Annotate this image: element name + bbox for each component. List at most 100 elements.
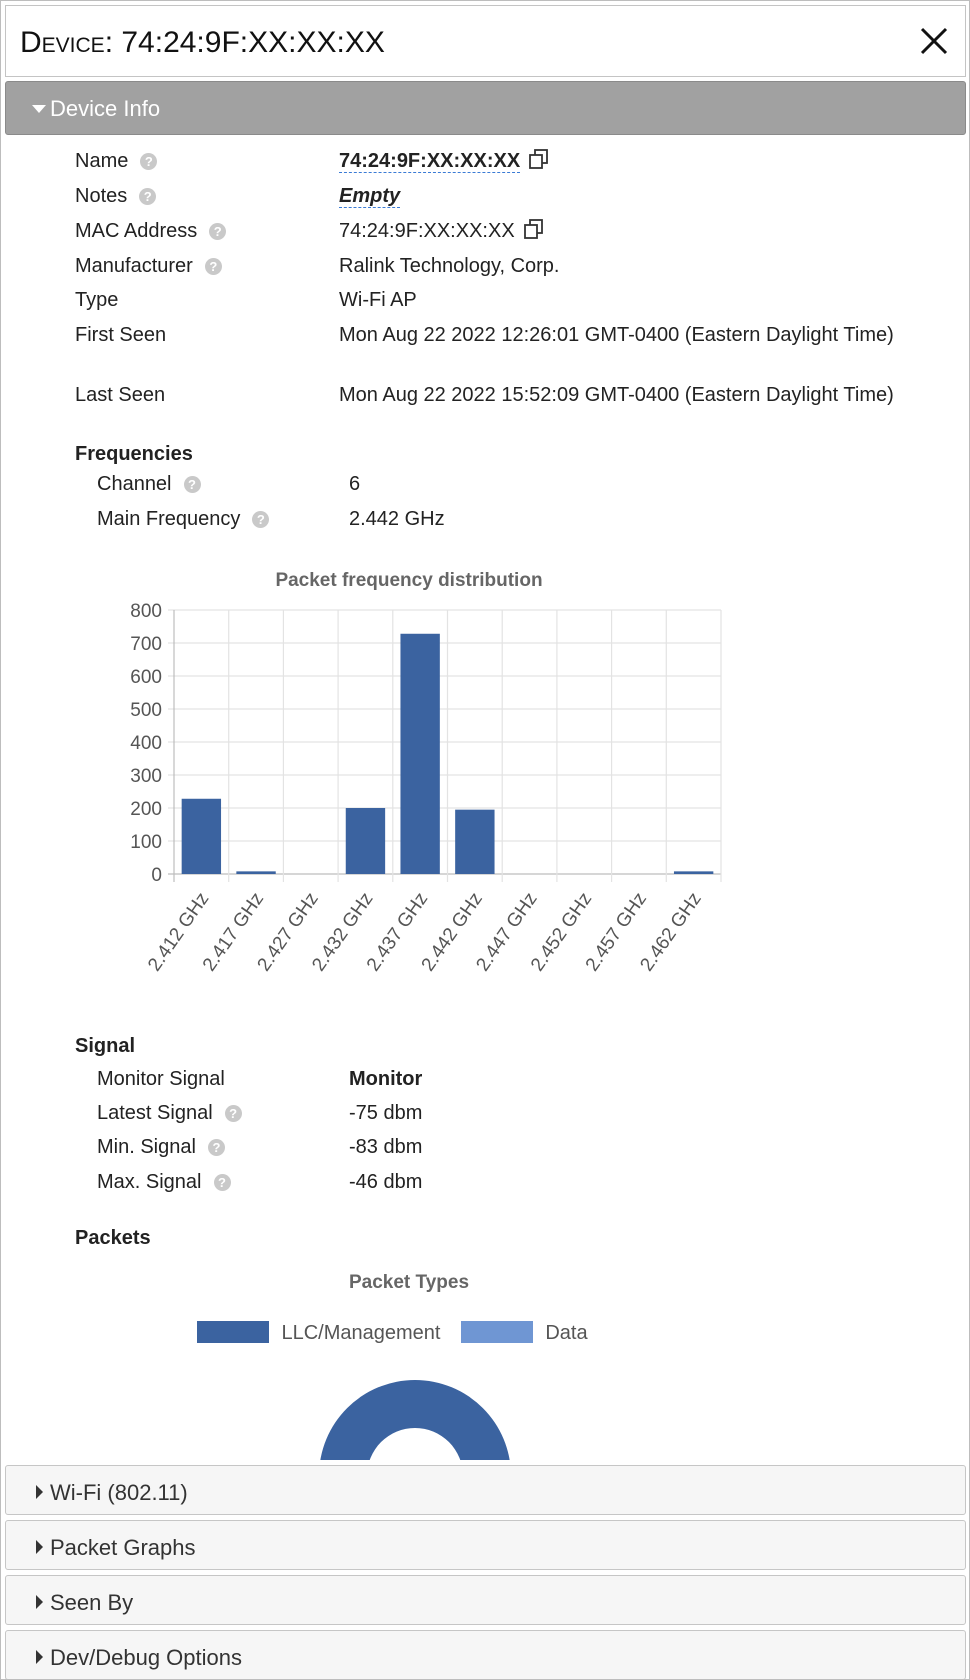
help-icon[interactable]: ? bbox=[140, 153, 158, 170]
bar[interactable] bbox=[400, 633, 440, 874]
device-dialog: Device: 74:24:9F:XX:XX:XX Device Info Na… bbox=[0, 0, 970, 1680]
y-tick-label: 600 bbox=[130, 667, 162, 688]
copy-icon[interactable] bbox=[528, 148, 550, 177]
max-signal-value: -46 dbm bbox=[349, 1171, 423, 1193]
dialog-titlebar: Device: 74:24:9F:XX:XX:XX bbox=[5, 5, 966, 77]
y-tick-label: 0 bbox=[151, 865, 162, 886]
packet-types-legend: LLC/Management Data bbox=[197, 1321, 717, 1351]
accordion-wifi-label: Wi-Fi (802.11) bbox=[50, 1480, 188, 1505]
last-seen-value: Mon Aug 22 2022 15:52:09 GMT-0400 (Easte… bbox=[339, 384, 894, 406]
max-signal-label-row: Max. Signal? bbox=[97, 1171, 231, 1194]
help-icon[interactable]: ? bbox=[183, 476, 201, 493]
caret-right-icon bbox=[36, 1650, 43, 1664]
y-tick-label: 800 bbox=[130, 601, 162, 622]
latest-signal-label-row: Latest Signal? bbox=[97, 1102, 242, 1125]
packets-heading: Packets bbox=[75, 1227, 151, 1249]
signal-heading: Signal bbox=[75, 1035, 136, 1057]
bar[interactable] bbox=[673, 871, 714, 874]
mac-label: MAC Address bbox=[75, 220, 198, 242]
latest-signal-value: -75 dbm bbox=[349, 1102, 423, 1124]
mac-value-row: 74:24:9F:XX:XX:XX bbox=[339, 218, 545, 247]
notes-label: Notes bbox=[75, 185, 128, 207]
notes-value[interactable]: Empty bbox=[339, 185, 401, 208]
name-value[interactable]: 74:24:9F:XX:XX:XX bbox=[339, 150, 521, 173]
caret-right-icon bbox=[36, 1540, 43, 1554]
monitor-signal-label: Monitor Signal bbox=[97, 1068, 225, 1090]
bar[interactable] bbox=[345, 808, 386, 874]
mac-label-row: MAC Address? bbox=[75, 220, 227, 243]
close-button[interactable] bbox=[913, 20, 955, 62]
manufacturer-value: Ralink Technology, Corp. bbox=[339, 255, 560, 277]
legend-label-llc[interactable]: LLC/Management bbox=[281, 1322, 440, 1344]
caret-right-icon bbox=[36, 1595, 43, 1609]
dialog-title-prefix: Device bbox=[20, 26, 105, 59]
type-value: Wi-Fi AP bbox=[339, 289, 417, 311]
min-signal-label: Min. Signal bbox=[97, 1136, 196, 1158]
channel-label-row: Channel? bbox=[97, 473, 201, 496]
first-seen-label: First Seen bbox=[75, 324, 167, 346]
manufacturer-label: Manufacturer bbox=[75, 255, 193, 277]
accordion-dev-debug-label: Dev/Debug Options bbox=[50, 1645, 242, 1670]
name-label: Name bbox=[75, 150, 129, 172]
legend-swatch-data[interactable] bbox=[460, 1321, 533, 1343]
help-icon[interactable]: ? bbox=[207, 1139, 225, 1156]
y-tick-label: 300 bbox=[130, 766, 162, 787]
caret-right-icon bbox=[36, 1485, 43, 1499]
accordion-device-info-label: Device Info bbox=[50, 96, 161, 121]
dialog-title-device: 74:24:9F:XX:XX:XX bbox=[121, 26, 385, 59]
min-signal-value: -83 dbm bbox=[349, 1136, 423, 1158]
min-signal-label-row: Min. Signal? bbox=[97, 1136, 225, 1159]
mac-value: 74:24:9F:XX:XX:XX bbox=[339, 220, 515, 242]
help-icon[interactable]: ? bbox=[213, 1174, 231, 1191]
accordion-wifi[interactable]: Wi-Fi (802.11) bbox=[5, 1465, 966, 1515]
bar[interactable] bbox=[181, 798, 222, 874]
packet-types-title: Packet Types bbox=[348, 1272, 470, 1293]
monitor-signal-value[interactable]: Monitor bbox=[349, 1066, 422, 1092]
help-icon[interactable]: ? bbox=[224, 1105, 242, 1122]
y-tick-label: 200 bbox=[130, 799, 162, 820]
first-seen-value: Mon Aug 22 2022 12:26:01 GMT-0400 (Easte… bbox=[339, 324, 894, 346]
device-info-panel[interactable]: Name? 74:24:9F:XX:XX:XX Notes? Empty MAC… bbox=[5, 136, 966, 1460]
help-icon[interactable]: ? bbox=[204, 258, 222, 275]
frequency-bar-chart: 01002003004005006007008002.412 GHz2.417 … bbox=[130, 601, 722, 975]
y-tick-label: 700 bbox=[130, 634, 162, 655]
channel-label: Channel bbox=[97, 473, 172, 495]
y-tick-label: 100 bbox=[130, 832, 162, 853]
name-value-row: 74:24:9F:XX:XX:XX bbox=[339, 148, 550, 177]
channel-value: 6 bbox=[349, 473, 361, 495]
legend-swatch-llc[interactable] bbox=[197, 1321, 269, 1343]
close-icon[interactable] bbox=[913, 20, 955, 62]
accordion-seen-by-label: Seen By bbox=[50, 1590, 134, 1615]
last-seen-label: Last Seen bbox=[75, 384, 166, 406]
legend-label-data[interactable]: Data bbox=[545, 1322, 587, 1344]
max-signal-label: Max. Signal bbox=[97, 1171, 202, 1193]
accordion-device-info[interactable]: Device Info bbox=[5, 81, 966, 135]
latest-signal-label: Latest Signal bbox=[97, 1102, 213, 1124]
help-icon[interactable]: ? bbox=[209, 223, 227, 240]
packet-types-donut bbox=[319, 1380, 511, 1460]
caret-down-icon bbox=[32, 105, 46, 113]
accordion-packet-graphs-label: Packet Graphs bbox=[50, 1535, 196, 1560]
y-tick-label: 500 bbox=[130, 700, 162, 721]
accordion-dev-debug[interactable]: Dev/Debug Options bbox=[5, 1630, 966, 1679]
help-icon[interactable]: ? bbox=[139, 188, 157, 205]
bar[interactable] bbox=[455, 809, 495, 874]
frequencies-heading: Frequencies bbox=[75, 443, 193, 465]
accordion-seen-by[interactable]: Seen By bbox=[5, 1575, 966, 1625]
accordion-packet-graphs[interactable]: Packet Graphs bbox=[5, 1520, 966, 1570]
help-icon[interactable]: ? bbox=[252, 511, 270, 528]
notes-value-row: Empty bbox=[339, 183, 401, 209]
manufacturer-label-row: Manufacturer? bbox=[75, 255, 222, 278]
main-frequency-label-row: Main Frequency? bbox=[97, 508, 270, 531]
main-frequency-label: Main Frequency bbox=[97, 508, 241, 530]
main-frequency-value: 2.442 GHz bbox=[349, 508, 445, 530]
y-tick-label: 400 bbox=[130, 733, 162, 754]
copy-icon[interactable] bbox=[523, 218, 545, 247]
name-label-row: Name? bbox=[75, 150, 158, 173]
donut-slice-llc-management[interactable] bbox=[319, 1380, 511, 1460]
dialog-title: Device: 74:24:9F:XX:XX:XX bbox=[20, 26, 385, 59]
notes-label-row: Notes? bbox=[75, 185, 157, 208]
bar[interactable] bbox=[236, 871, 276, 874]
type-label: Type bbox=[75, 289, 119, 311]
frequency-chart-title: Packet frequency distribution bbox=[275, 570, 543, 591]
